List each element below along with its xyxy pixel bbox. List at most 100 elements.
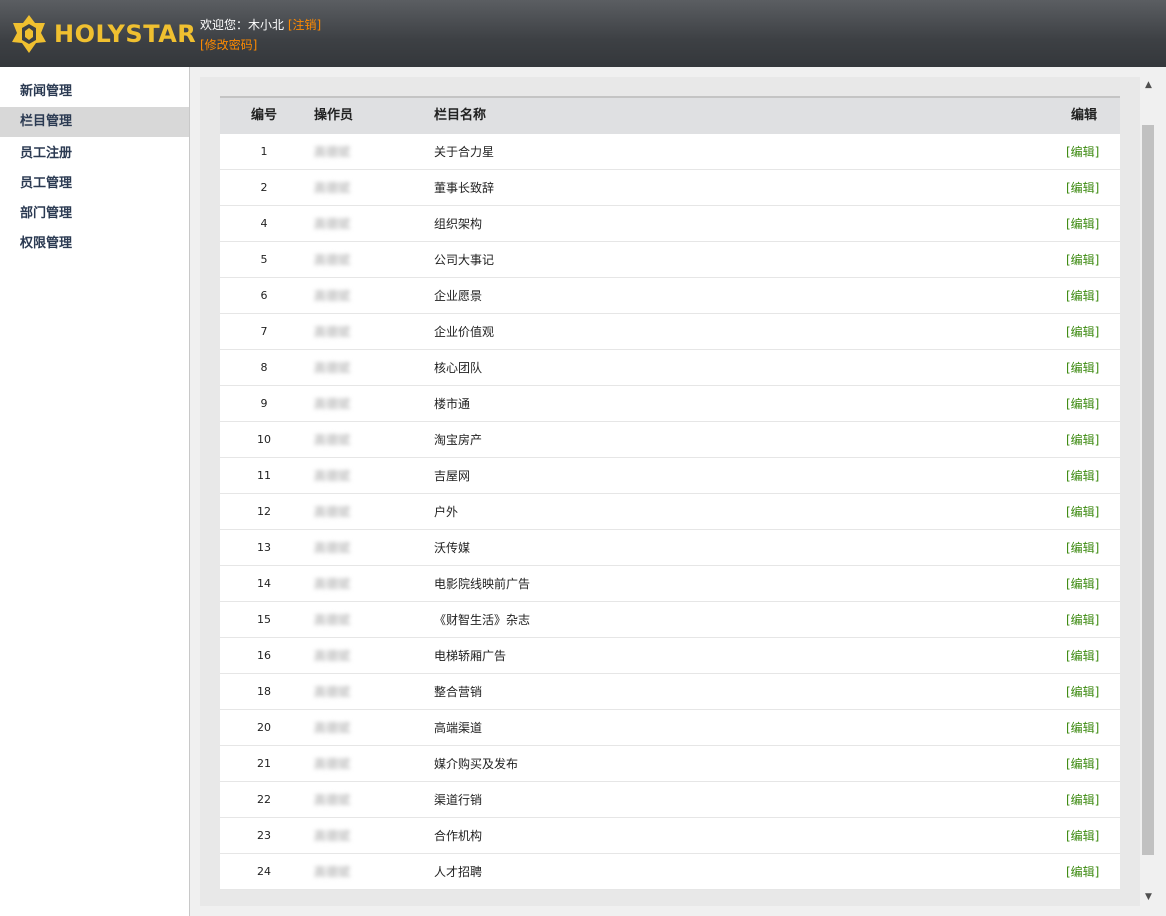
sidebar-item-department-management[interactable]: 部门管理 <box>0 199 189 229</box>
row-column-name: 渠道行销 <box>434 793 483 807</box>
row-id: 6 <box>260 289 268 302</box>
scroll-up-arrow-icon[interactable]: ▲ <box>1140 77 1157 94</box>
table-row: 14 高德斌 电影院线映前广告 [编辑] <box>220 566 1120 602</box>
row-edit-link[interactable]: [编辑] <box>1066 602 1099 638</box>
row-column-name: 企业愿景 <box>434 289 483 303</box>
table-row: 2 高德斌 董事长致辞 [编辑] <box>220 170 1120 206</box>
row-column-name: 楼市通 <box>434 397 471 411</box>
row-operator-redacted: 高德斌 <box>314 253 351 267</box>
user-info: 欢迎您：木小北 [注销] [修改密码] <box>200 15 321 55</box>
row-operator-redacted: 高德斌 <box>314 433 351 447</box>
row-id: 18 <box>257 685 271 698</box>
table-row: 18 高德斌 整合营销 [编辑] <box>220 674 1120 710</box>
row-operator-redacted: 高德斌 <box>314 865 351 879</box>
table-row: 5 高德斌 公司大事记 [编辑] <box>220 242 1120 278</box>
row-edit-link[interactable]: [编辑] <box>1066 206 1099 242</box>
row-column-name: 电梯轿厢广告 <box>434 649 507 663</box>
row-edit-link[interactable]: [编辑] <box>1066 782 1099 818</box>
row-id: 14 <box>257 577 271 590</box>
table-row: 20 高德斌 高端渠道 [编辑] <box>220 710 1120 746</box>
row-operator-redacted: 高德斌 <box>314 505 351 519</box>
table-row: 23 高德斌 合作机构 [编辑] <box>220 818 1120 854</box>
row-edit-link[interactable]: [编辑] <box>1066 494 1099 530</box>
vertical-scrollbar[interactable]: ▲ ▼ <box>1140 77 1157 906</box>
row-edit-link[interactable]: [编辑] <box>1066 818 1099 854</box>
row-id: 23 <box>257 829 271 842</box>
row-operator-redacted: 高德斌 <box>314 181 351 195</box>
table-row: 7 高德斌 企业价值观 [编辑] <box>220 314 1120 350</box>
top-header: HOLYSTAR 欢迎您：木小北 [注销] [修改密码] <box>0 0 1166 67</box>
row-edit-link[interactable]: [编辑] <box>1066 530 1099 566</box>
holystar-logo: HOLYSTAR <box>10 14 197 54</box>
row-column-name: 《财智生活》杂志 <box>434 613 531 627</box>
table-row: 24 高德斌 人才招聘 [编辑] <box>220 854 1120 890</box>
row-operator-redacted: 高德斌 <box>314 217 351 231</box>
row-edit-link[interactable]: [编辑] <box>1066 314 1099 350</box>
row-edit-link[interactable]: [编辑] <box>1066 458 1099 494</box>
table-row: 21 高德斌 媒介购买及发布 [编辑] <box>220 746 1120 782</box>
scroll-down-arrow-icon[interactable]: ▼ <box>1140 889 1157 906</box>
row-edit-link[interactable]: [编辑] <box>1066 854 1099 890</box>
row-column-name: 人才招聘 <box>434 865 483 879</box>
row-edit-link[interactable]: [编辑] <box>1066 710 1099 746</box>
row-edit-link[interactable]: [编辑] <box>1066 674 1099 710</box>
row-edit-link[interactable]: [编辑] <box>1066 350 1099 386</box>
row-edit-link[interactable]: [编辑] <box>1066 566 1099 602</box>
column-table: 编号 操作员 栏目名称 编辑 1 高德斌 关于合力星 [编辑] 2 高德斌 董事长致辞 [编辑… <box>220 96 1120 890</box>
header-edit: 编辑 <box>1071 108 1098 123</box>
sidebar-item-column-management[interactable]: 栏目管理 <box>0 107 189 137</box>
row-operator-redacted: 高德斌 <box>314 649 351 663</box>
row-column-name: 吉屋网 <box>434 469 471 483</box>
row-edit-link[interactable]: [编辑] <box>1066 386 1099 422</box>
row-id: 22 <box>257 793 271 806</box>
row-id: 15 <box>257 613 271 626</box>
row-operator-redacted: 高德斌 <box>314 793 351 807</box>
row-column-name: 企业价值观 <box>434 325 495 339</box>
row-column-name: 沃传媒 <box>434 541 471 555</box>
row-operator-redacted: 高德斌 <box>314 829 351 843</box>
row-id: 9 <box>260 397 268 410</box>
change-password-link[interactable]: [修改密码] <box>200 38 257 52</box>
table-row: 6 高德斌 企业愿景 [编辑] <box>220 278 1120 314</box>
row-id: 13 <box>257 541 271 554</box>
row-edit-link[interactable]: [编辑] <box>1066 134 1099 170</box>
row-id: 1 <box>260 145 268 158</box>
row-operator-redacted: 高德斌 <box>314 397 351 411</box>
row-column-name: 合作机构 <box>434 829 483 843</box>
row-id: 10 <box>257 433 271 446</box>
row-column-name: 核心团队 <box>434 361 483 375</box>
row-edit-link[interactable]: [编辑] <box>1066 242 1099 278</box>
row-id: 5 <box>260 253 268 266</box>
row-operator-redacted: 高德斌 <box>314 757 351 771</box>
row-operator-redacted: 高德斌 <box>314 613 351 627</box>
row-column-name: 董事长致辞 <box>434 181 495 195</box>
row-operator-redacted: 高德斌 <box>314 721 351 735</box>
main-panel: 编号 操作员 栏目名称 编辑 1 高德斌 关于合力星 [编辑] 2 高德斌 董事长致辞 [编辑… <box>200 77 1140 906</box>
header-operator: 操作员 <box>314 108 354 123</box>
scrollbar-thumb[interactable] <box>1142 125 1154 855</box>
row-operator-redacted: 高德斌 <box>314 145 351 159</box>
row-edit-link[interactable]: [编辑] <box>1066 422 1099 458</box>
row-edit-link[interactable]: [编辑] <box>1066 746 1099 782</box>
sidebar-item-employee-register[interactable]: 员工注册 <box>0 139 189 169</box>
username: 木小北 <box>248 18 285 32</box>
sidebar-item-permission-management[interactable]: 权限管理 <box>0 229 189 259</box>
row-id: 24 <box>257 865 271 878</box>
row-operator-redacted: 高德斌 <box>314 577 351 591</box>
table-row: 8 高德斌 核心团队 [编辑] <box>220 350 1120 386</box>
row-edit-link[interactable]: [编辑] <box>1066 170 1099 206</box>
header-column-name: 栏目名称 <box>434 108 487 123</box>
row-edit-link[interactable]: [编辑] <box>1066 638 1099 674</box>
row-id: 2 <box>260 181 268 194</box>
table-row: 4 高德斌 组织架构 [编辑] <box>220 206 1120 242</box>
row-edit-link[interactable]: [编辑] <box>1066 278 1099 314</box>
table-row: 10 高德斌 淘宝房产 [编辑] <box>220 422 1120 458</box>
sidebar-item-news-management[interactable]: 新闻管理 <box>0 77 189 107</box>
logout-link[interactable]: [注销] <box>288 18 321 32</box>
table-row: 13 高德斌 沃传媒 [编辑] <box>220 530 1120 566</box>
row-id: 4 <box>260 217 268 230</box>
row-id: 8 <box>260 361 268 374</box>
logo-text: HOLYSTAR <box>54 20 197 48</box>
row-column-name: 媒介购买及发布 <box>434 757 519 771</box>
sidebar-item-employee-management[interactable]: 员工管理 <box>0 169 189 199</box>
